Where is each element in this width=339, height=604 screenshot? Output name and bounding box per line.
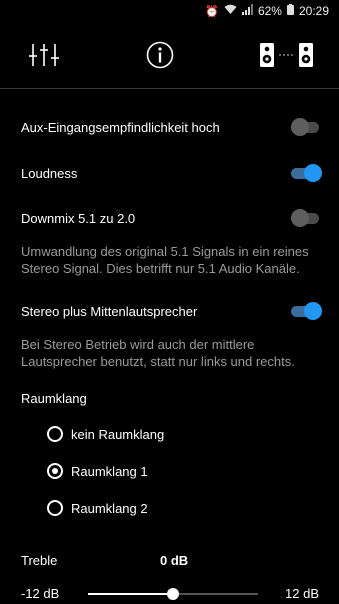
loudness-label: Loudness bbox=[21, 165, 78, 181]
speakers-tab[interactable] bbox=[259, 35, 315, 75]
battery-icon bbox=[286, 4, 294, 18]
stereo-center-row: Stereo plus Mittenlautsprecher bbox=[21, 302, 322, 320]
battery-percent: 62% bbox=[257, 4, 282, 18]
stereo-center-toggle[interactable] bbox=[291, 302, 322, 320]
equalizer-icon bbox=[29, 44, 59, 66]
speakers-icon bbox=[260, 43, 313, 67]
treble-value: 0 dB bbox=[160, 553, 189, 568]
aux-sensitivity-row: Aux-Eingangsempfindlichkeit hoch bbox=[21, 118, 321, 136]
downmix-row: Downmix 5.1 zu 2.0 bbox=[21, 209, 321, 227]
clock-time: 20:29 bbox=[298, 4, 329, 18]
radio-button[interactable] bbox=[47, 463, 63, 479]
treble-min-label: -12 dB bbox=[21, 586, 60, 601]
aux-sensitivity-toggle[interactable] bbox=[291, 118, 321, 136]
loudness-toggle[interactable] bbox=[291, 164, 322, 182]
info-tab[interactable] bbox=[146, 35, 174, 75]
treble-slider[interactable] bbox=[88, 588, 258, 600]
surround-option-label: Raumklang 1 bbox=[71, 463, 148, 479]
surround-option-label: kein Raumklang bbox=[71, 426, 165, 442]
downmix-label: Downmix 5.1 zu 2.0 bbox=[21, 210, 136, 226]
treble-label: Treble bbox=[21, 553, 58, 568]
surround-option-2[interactable]: Raumklang 2 bbox=[47, 500, 148, 516]
treble-row: Treble 0 dB bbox=[21, 553, 321, 568]
surround-title: Raumklang bbox=[21, 391, 87, 406]
radio-button[interactable] bbox=[47, 426, 63, 442]
treble-max-label: 12 dB bbox=[285, 586, 319, 601]
surround-option-label: Raumklang 2 bbox=[71, 500, 148, 516]
wifi-icon bbox=[224, 4, 237, 18]
surround-option-1[interactable]: Raumklang 1 bbox=[47, 463, 148, 479]
downmix-description: Umwandlung des original 5.1 Signals in e… bbox=[21, 244, 309, 276]
aux-sensitivity-label: Aux-Eingangsempfindlichkeit hoch bbox=[21, 119, 220, 135]
treble-slider-row: -12 dB 12 dB bbox=[21, 584, 321, 604]
stereo-center-label: Stereo plus Mittenlautsprecher bbox=[21, 303, 198, 319]
treble-slider-thumb[interactable] bbox=[167, 588, 179, 600]
loudness-row: Loudness bbox=[21, 164, 322, 182]
info-icon bbox=[146, 41, 173, 69]
signal-icon bbox=[241, 4, 253, 18]
stereo-center-description: Bei Stereo Betrieb wird auch der mittler… bbox=[21, 337, 295, 369]
top-navigation bbox=[0, 22, 339, 88]
downmix-toggle[interactable] bbox=[291, 209, 321, 227]
treble-slider-fill bbox=[88, 593, 173, 595]
alarm-icon: ⏰ bbox=[205, 5, 219, 18]
equalizer-tab[interactable] bbox=[28, 35, 60, 75]
surround-option-none[interactable]: kein Raumklang bbox=[47, 426, 164, 442]
status-bar: ⏰ 62% 20:29 bbox=[0, 0, 339, 22]
header-divider bbox=[0, 88, 339, 89]
radio-button[interactable] bbox=[47, 500, 63, 516]
